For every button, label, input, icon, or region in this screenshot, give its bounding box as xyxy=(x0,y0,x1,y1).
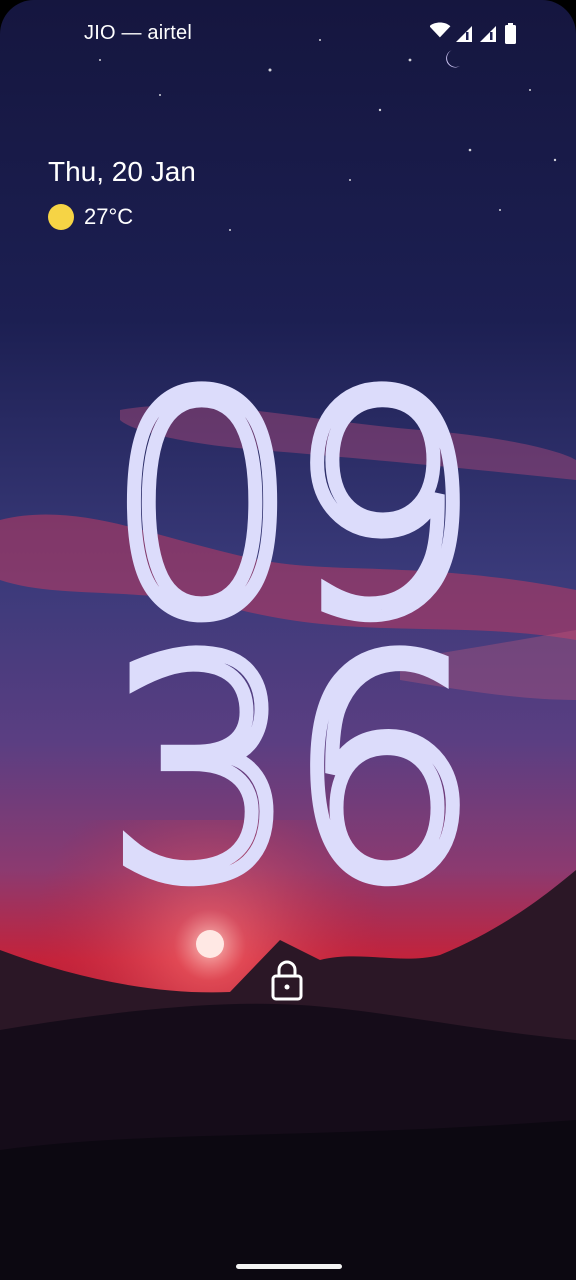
carrier-label: JIO — airtel xyxy=(84,22,192,44)
lock-screen: JIO — airtel Thu, 20 Jan 27°C 09 36 xyxy=(0,0,576,1280)
signal-icon xyxy=(456,26,472,42)
temperature-label: 27°C xyxy=(84,204,134,229)
sun-icon xyxy=(48,204,74,230)
battery-icon xyxy=(505,23,516,44)
lock-icon[interactable] xyxy=(270,958,304,1002)
status-icons xyxy=(430,22,516,44)
weather-widget: 27°C xyxy=(48,204,133,230)
signal-icon xyxy=(480,26,496,42)
home-indicator[interactable] xyxy=(236,1264,342,1269)
wifi-icon xyxy=(430,22,451,38)
clock-minutes: 36 xyxy=(100,597,486,946)
lockscreen-date: Thu, 20 Jan xyxy=(48,156,196,187)
